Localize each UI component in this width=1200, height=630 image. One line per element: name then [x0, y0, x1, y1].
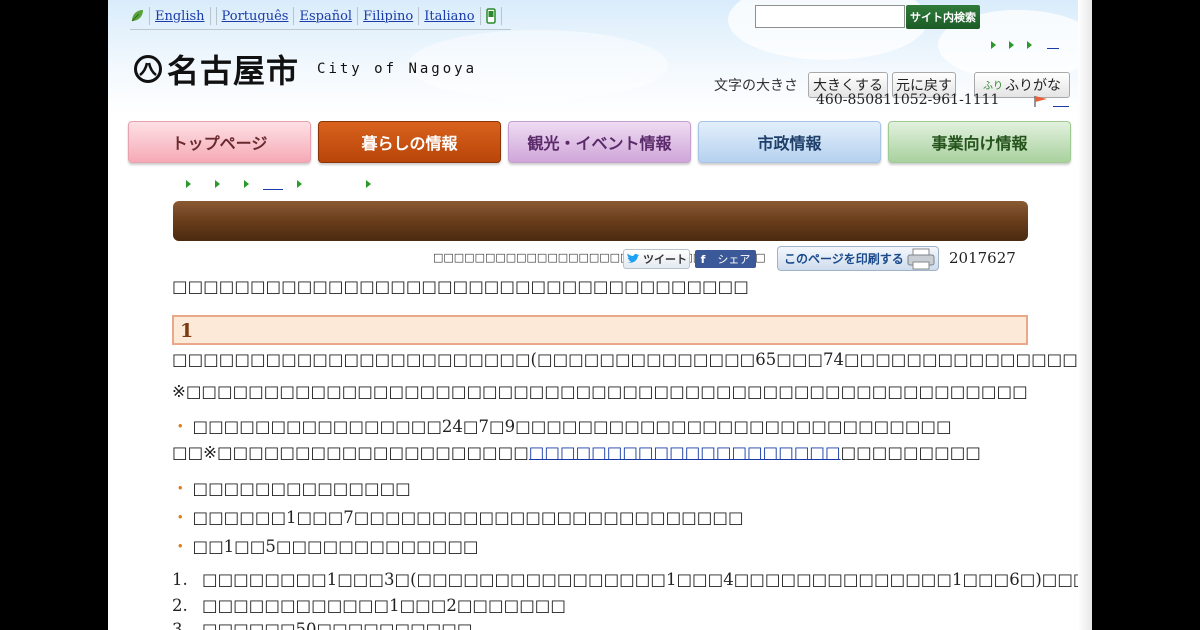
bullet-item: ・ □□□□□□1□□□7□□□□□□□□□□□□□□□□□□□□□□□□□ [172, 504, 744, 528]
divider [215, 7, 217, 25]
page-title-bar [173, 201, 1028, 241]
nav-living-info[interactable]: 暮らしの情報 [318, 121, 501, 163]
section-heading: 1 [172, 315, 1028, 345]
bullet-text: □□1□□5□□□□□□□□□□□□□ [192, 537, 479, 556]
intro-text: □□□□□□□□□□□□□□□□□□□□□□□□□□□□□□□□□□□□□ [172, 277, 749, 296]
nagoya-emblem-icon [134, 55, 162, 83]
paragraph: □□□□□□□□□□□□□□□□□□□□□□□(□□□□□□□□□□□□□□65… [172, 350, 1092, 369]
list-number: 1. [172, 570, 188, 589]
language-link-filipino[interactable]: Filipino [363, 9, 413, 24]
arrow-icon [244, 180, 249, 188]
breadcrumb-link[interactable] [263, 189, 283, 190]
page: English Português Español Filipino Itali… [108, 0, 1092, 630]
font-size-label: 文字の大きさ [714, 78, 798, 94]
mobile-phone-icon[interactable] [485, 8, 496, 24]
header-links [991, 40, 1059, 49]
city-name-english: City of Nagoya [317, 61, 478, 77]
updated-date: 2017627 [949, 249, 1016, 267]
note-paragraph: ※□□□□□□□□□□□□□□□□□□□□□□□□□□□□□□□□□□□□□□□… [172, 382, 1028, 401]
list-number: 2. [172, 596, 188, 615]
list-item: 2. □□□□□□□□□□□□1□□□2□□□□□□□ [172, 596, 566, 615]
divider [209, 7, 211, 25]
divider [479, 7, 481, 25]
bullet-item: ・ □□□□□□□□□□□□□□□□24□7□9□□□□□□□□□□□□□□□□□… [172, 413, 952, 437]
leaf-icon [131, 10, 143, 22]
furigana-label: ふりがな [1005, 78, 1061, 94]
section-heading-text: 1 [180, 320, 194, 342]
print-label: このページを印刷する [784, 252, 904, 266]
nav-business-info[interactable]: 事業向け情報 [888, 121, 1071, 163]
arrow-icon [215, 180, 220, 188]
facebook-share-button[interactable]: f シェア [695, 250, 756, 268]
list-item: 1. □□□□□□□□1□□□3□(□□□□□□□□□□□□□□□□1□□□4□□… [172, 570, 1092, 589]
list-number: 3. [172, 620, 188, 630]
language-link-english[interactable]: English [155, 9, 205, 24]
language-link-italiano[interactable]: Italiano [424, 9, 474, 24]
paragraph-text: □□※□□□□□□□□□□□□□□□□□□□□ [172, 443, 529, 462]
flag-link[interactable] [1053, 106, 1069, 107]
breadcrumb [186, 178, 395, 190]
nav-city-admin[interactable]: 市政情報 [698, 121, 881, 163]
inline-link[interactable]: □□□□□□□□□□□□□□□□□□□□ [529, 443, 841, 462]
bullet-icon: ・ [172, 537, 189, 556]
nav-tourism-events[interactable]: 観光・イベント情報 [508, 121, 691, 163]
arrow-icon [366, 180, 371, 188]
bullet-icon: ・ [172, 479, 189, 498]
bullet-text: □□□□□□1□□□7□□□□□□□□□□□□□□□□□□□□□□□□□ [192, 508, 744, 527]
arrow-icon [297, 180, 302, 188]
search-input[interactable] [755, 5, 905, 28]
facebook-icon: f [700, 252, 706, 266]
print-page-button[interactable]: このページを印刷する [777, 246, 939, 271]
site-search-button[interactable]: サイト内検索 [906, 5, 980, 29]
paragraph-with-link: □□※□□□□□□□□□□□□□□□□□□□□□□□□□□□□□□□□□□□□□… [172, 443, 981, 462]
bullet-icon: ・ [172, 508, 189, 527]
nav-top-page[interactable]: トップページ [128, 121, 311, 163]
bullet-text: □□□□□□□□□□□□□□□□24□7□9□□□□□□□□□□□□□□□□□□… [192, 417, 952, 436]
language-bar: English Português Español Filipino Itali… [130, 3, 511, 30]
header-link[interactable] [1047, 48, 1059, 49]
facebook-share-label: シェア [717, 253, 751, 266]
divider [293, 7, 295, 25]
language-link-portuguese[interactable]: Português [222, 9, 289, 24]
divider [149, 7, 150, 25]
list-text: □□□□□□□□□□□□1□□□2□□□□□□□ [202, 596, 566, 615]
bullet-text: □□□□□□□□□□□□□□ [192, 479, 411, 498]
divider [357, 7, 359, 25]
tweet-button[interactable]: ツイート [623, 249, 690, 269]
divider [418, 7, 420, 25]
twitter-bird-icon [627, 253, 640, 263]
flag-icon [1034, 96, 1047, 107]
arrow-icon [991, 40, 996, 49]
paragraph-text: □□□□□□□□□ [840, 443, 981, 462]
bullet-item: ・ □□□□□□□□□□□□□□ [172, 475, 411, 499]
arrow-icon [1009, 40, 1014, 49]
printer-icon [907, 248, 935, 270]
page-shadow-right [1078, 0, 1092, 630]
divider [500, 7, 502, 25]
arrow-icon [186, 180, 191, 188]
bullet-item: ・ □□1□□5□□□□□□□□□□□□□ [172, 533, 479, 557]
list-item: 3. □□□□□□50□□□□□□□□□□ [172, 620, 472, 630]
postal-address: 460-850811052-961-1111 [816, 92, 1000, 108]
list-text: □□□□□□□□1□□□3□(□□□□□□□□□□□□□□□□1□□□4□□□□… [202, 570, 1092, 589]
furigana-icon: ふり [983, 81, 1003, 92]
city-name: 名古屋市 [167, 52, 300, 90]
arrow-icon [1027, 40, 1032, 49]
bullet-icon: ・ [172, 417, 189, 436]
tweet-label: ツイート [643, 253, 687, 266]
list-text: □□□□□□50□□□□□□□□□□ [202, 620, 473, 630]
city-logo[interactable]: 名古屋市 City of Nagoya [134, 46, 477, 92]
language-link-spanish[interactable]: Español [299, 9, 352, 24]
